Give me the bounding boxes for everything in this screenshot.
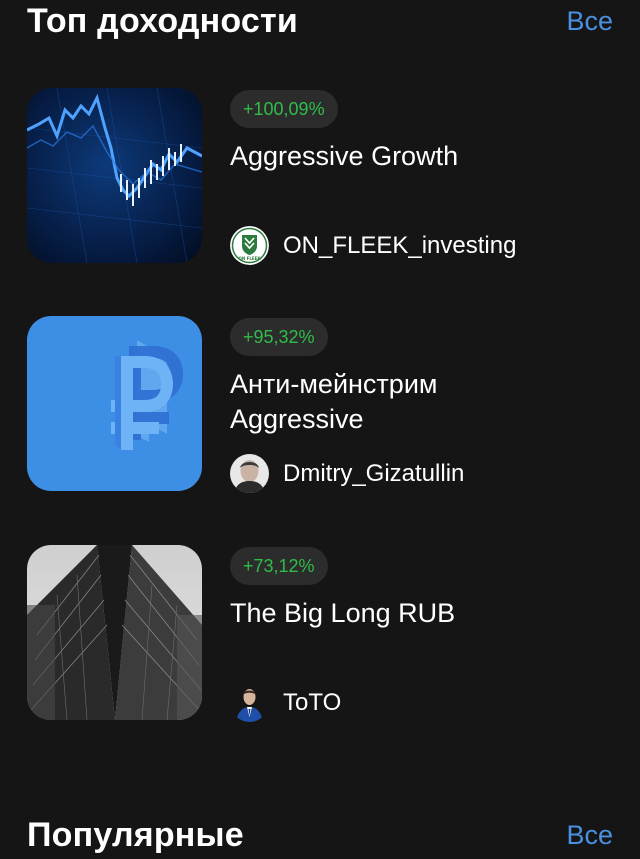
author-name: ON_FLEEK_investing [283, 231, 517, 259]
skyscraper-image [27, 545, 202, 720]
portfolio-title: Анти-мейнстрим Aggressive [230, 369, 438, 434]
author-name: Dmitry_Gizatullin [283, 459, 465, 487]
card-info: +100,09% Aggressive Growth ON FLEEK ON_F… [230, 88, 613, 266]
ruble-symbol-image [27, 316, 202, 491]
top-yield-header: Топ доходности Все [27, 0, 613, 42]
yield-badge: +95,32% [230, 318, 328, 356]
portfolio-card[interactable]: +100,09% Aggressive Growth ON FLEEK ON_F… [27, 88, 613, 266]
portfolio-title: The Big Long RUB [230, 598, 456, 628]
yield-badge: +100,09% [230, 90, 338, 128]
stock-chart-image [27, 88, 202, 263]
yield-badge: +73,12% [230, 547, 328, 585]
card-info: +95,32% Анти-мейнстрим Aggressive Dmitry… [230, 316, 613, 494]
portfolio-card[interactable]: +73,12% The Big Long RUB ToTO [27, 545, 613, 723]
card-info: +73,12% The Big Long RUB ToTO [230, 545, 613, 723]
user-photo-avatar [230, 683, 269, 722]
svg-text:ON FLEEK: ON FLEEK [239, 256, 262, 261]
portfolio-feed: Топ доходности Все +100,09% Aggressive G… [0, 0, 640, 859]
popular-header: Популярные Все [27, 813, 613, 857]
author[interactable]: ToTO [230, 683, 341, 722]
author[interactable]: ON FLEEK ON_FLEEK_investing [230, 226, 516, 265]
on-fleek-logo-icon: ON FLEEK [230, 226, 269, 265]
section-title: Популярные [27, 815, 244, 854]
portfolio-card[interactable]: +95,32% Анти-мейнстрим Aggressive Dmitry… [27, 316, 613, 494]
portfolio-title: Aggressive Growth [230, 141, 459, 171]
user-photo-avatar [230, 454, 269, 493]
see-all-link[interactable]: Все [566, 6, 613, 37]
author[interactable]: Dmitry_Gizatullin [230, 454, 464, 493]
section-title: Топ доходности [27, 1, 298, 40]
author-name: ToTO [283, 688, 342, 716]
see-all-link[interactable]: Все [566, 820, 613, 851]
